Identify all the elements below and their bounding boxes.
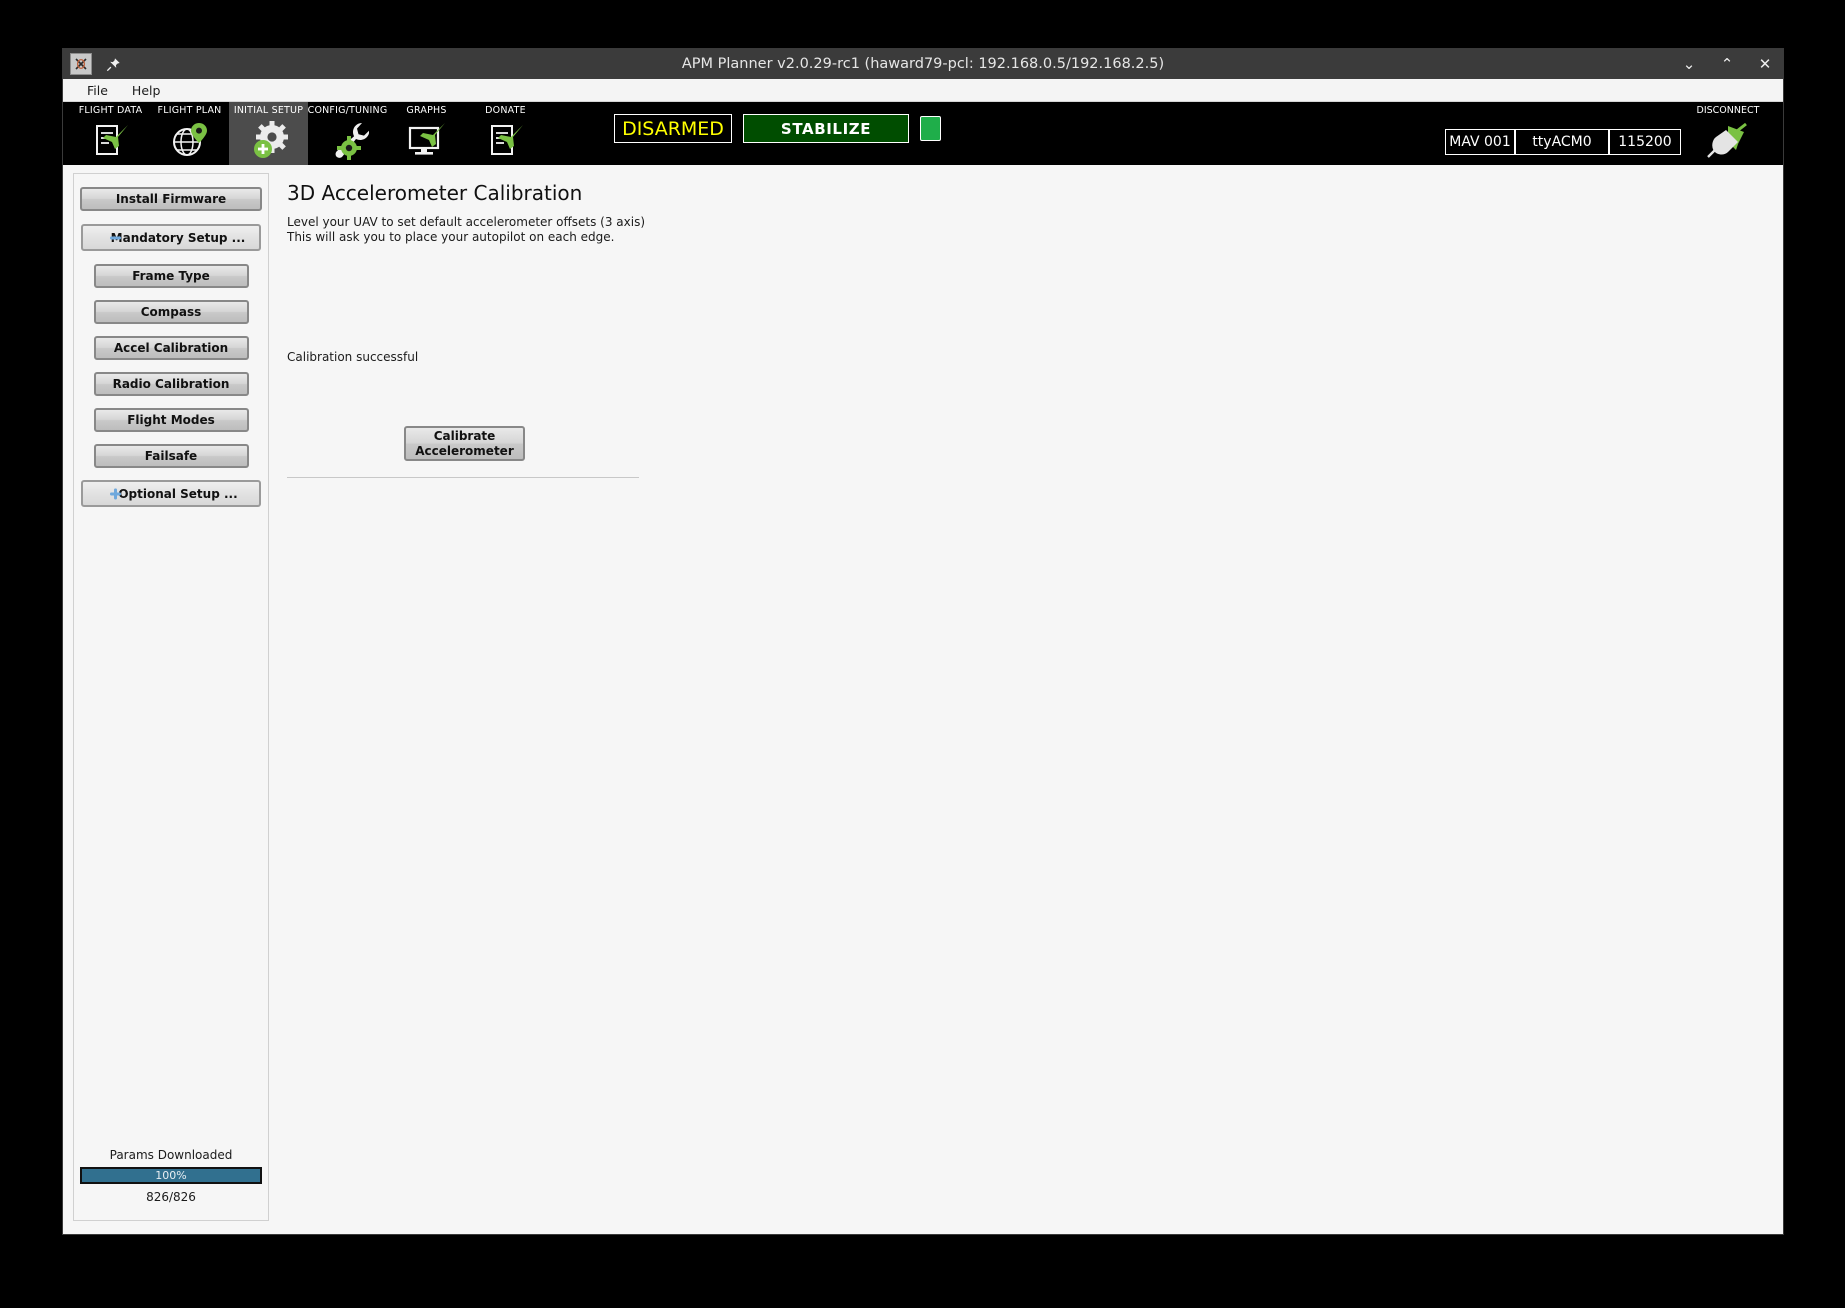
sidebar-item-compass[interactable]: Compass (93, 300, 249, 324)
mandatory-setup-group-button[interactable]: Mandatory Setup ... (81, 224, 261, 251)
params-progress-text: 100% (155, 1169, 187, 1182)
tab-label: DONATE (485, 105, 526, 116)
close-button[interactable]: ✕ (1757, 56, 1773, 72)
tab-label: CONFIG/TUNING (307, 105, 388, 116)
globe-marker-icon (167, 118, 213, 162)
tab-donate[interactable]: DONATE (466, 102, 545, 165)
params-download-status: Params Downloaded 100% 826/826 (74, 1148, 268, 1220)
disconnect-button[interactable]: DISCONNECT (1695, 102, 1761, 165)
calibrate-accelerometer-button[interactable]: Calibrate Accelerometer (404, 426, 525, 461)
calibrate-button-line1: Calibrate (433, 428, 496, 443)
tab-label: FLIGHT DATA (78, 105, 143, 116)
tab-initial-setup[interactable]: INITIAL SETUP (229, 102, 308, 165)
tab-label: INITIAL SETUP (233, 105, 304, 116)
vehicle-status-group: DISARMED STABILIZE (614, 114, 941, 143)
params-label: Params Downloaded (109, 1148, 233, 1162)
desktop-background: APM Planner v2.0.29-rc1 (haward79-pcl: 1… (0, 0, 1845, 1308)
baud-rate-field[interactable]: 115200 (1609, 129, 1681, 155)
sidebar-item-frame-type[interactable]: Frame Type (93, 264, 249, 288)
calibrate-button-line2: Accelerometer (415, 443, 514, 458)
sidebar-item-accel-calibration[interactable]: Accel Calibration (93, 336, 249, 360)
sidebar-item-failsafe[interactable]: Failsafe (93, 444, 249, 468)
optional-setup-group-button[interactable]: Optional Setup ... (81, 480, 261, 507)
sidebar-item-flight-modes[interactable]: Flight Modes (93, 408, 249, 432)
menubar: File Help (63, 79, 1783, 102)
params-count: 826/826 (146, 1190, 196, 1204)
tab-config-tuning[interactable]: CONFIG/TUNING (308, 102, 387, 165)
mav-id-field[interactable]: MAV 001 (1445, 129, 1515, 155)
page-description-line2: This will ask you to place your autopilo… (287, 230, 615, 244)
calibration-status-message: Calibration successful (287, 350, 419, 364)
tab-label: FLIGHT PLAN (157, 105, 222, 116)
document-plane-icon (88, 118, 134, 162)
params-progress-bar: 100% (80, 1167, 262, 1184)
application-window: APM Planner v2.0.29-rc1 (haward79-pcl: 1… (62, 48, 1784, 1235)
install-firmware-button[interactable]: Install Firmware (80, 187, 262, 211)
window-controls: ⌄ ⌃ ✕ (1681, 49, 1773, 79)
x-window-icon (70, 53, 92, 75)
tab-label: GRAPHS (406, 105, 447, 116)
content-divider (287, 477, 639, 478)
connection-group: MAV 001 ttyACM0 115200 DISCONNECT (1445, 102, 1761, 165)
flight-mode-badge: STABILIZE (743, 114, 909, 143)
wrench-gear-icon (325, 118, 371, 162)
sidebar-item-radio-calibration[interactable]: Radio Calibration (93, 372, 249, 396)
page-title: 3D Accelerometer Calibration (287, 181, 583, 205)
serial-port-field[interactable]: ttyACM0 (1515, 129, 1609, 155)
tab-flight-plan[interactable]: FLIGHT PLAN (150, 102, 229, 165)
calibration-action-area: Calibrate Accelerometer (287, 426, 639, 478)
pin-icon[interactable] (104, 55, 122, 73)
disconnect-label: DISCONNECT (1696, 105, 1760, 116)
gear-plus-icon (246, 118, 292, 162)
optional-setup-label: Optional Setup ... (118, 486, 238, 501)
maximize-button[interactable]: ⌃ (1719, 56, 1735, 72)
page-description-line1: Level your UAV to set default accelerome… (287, 215, 646, 229)
menu-file[interactable]: File (75, 81, 120, 100)
plus-icon (109, 487, 122, 500)
window-title: APM Planner v2.0.29-rc1 (haward79-pcl: 1… (681, 56, 1165, 72)
mandatory-setup-label: Mandatory Setup ... (110, 230, 246, 245)
arm-status-badge: DISARMED (614, 114, 732, 143)
minimize-button[interactable]: ⌄ (1681, 56, 1697, 72)
document-plane-icon (483, 118, 529, 162)
main-toolbar: FLIGHT DATA FLIGHT PLAN INITIAL SETUP CO… (63, 102, 1783, 165)
monitor-plane-icon (404, 118, 450, 162)
tab-graphs[interactable]: GRAPHS (387, 102, 466, 165)
plug-icon (1704, 118, 1752, 162)
link-status-led (920, 116, 941, 141)
window-titlebar: APM Planner v2.0.29-rc1 (haward79-pcl: 1… (63, 49, 1783, 79)
toolbar-tab-list: FLIGHT DATA FLIGHT PLAN INITIAL SETUP CO… (71, 102, 545, 165)
menu-help[interactable]: Help (120, 81, 173, 100)
setup-sidebar: Install Firmware Mandatory Setup ... Fra… (73, 173, 269, 1221)
setup-content-panel: 3D Accelerometer Calibration Level your … (269, 173, 1783, 1234)
application-body: Install Firmware Mandatory Setup ... Fra… (63, 165, 1783, 1234)
tab-flight-data[interactable]: FLIGHT DATA (71, 102, 150, 165)
minus-icon (109, 231, 122, 244)
